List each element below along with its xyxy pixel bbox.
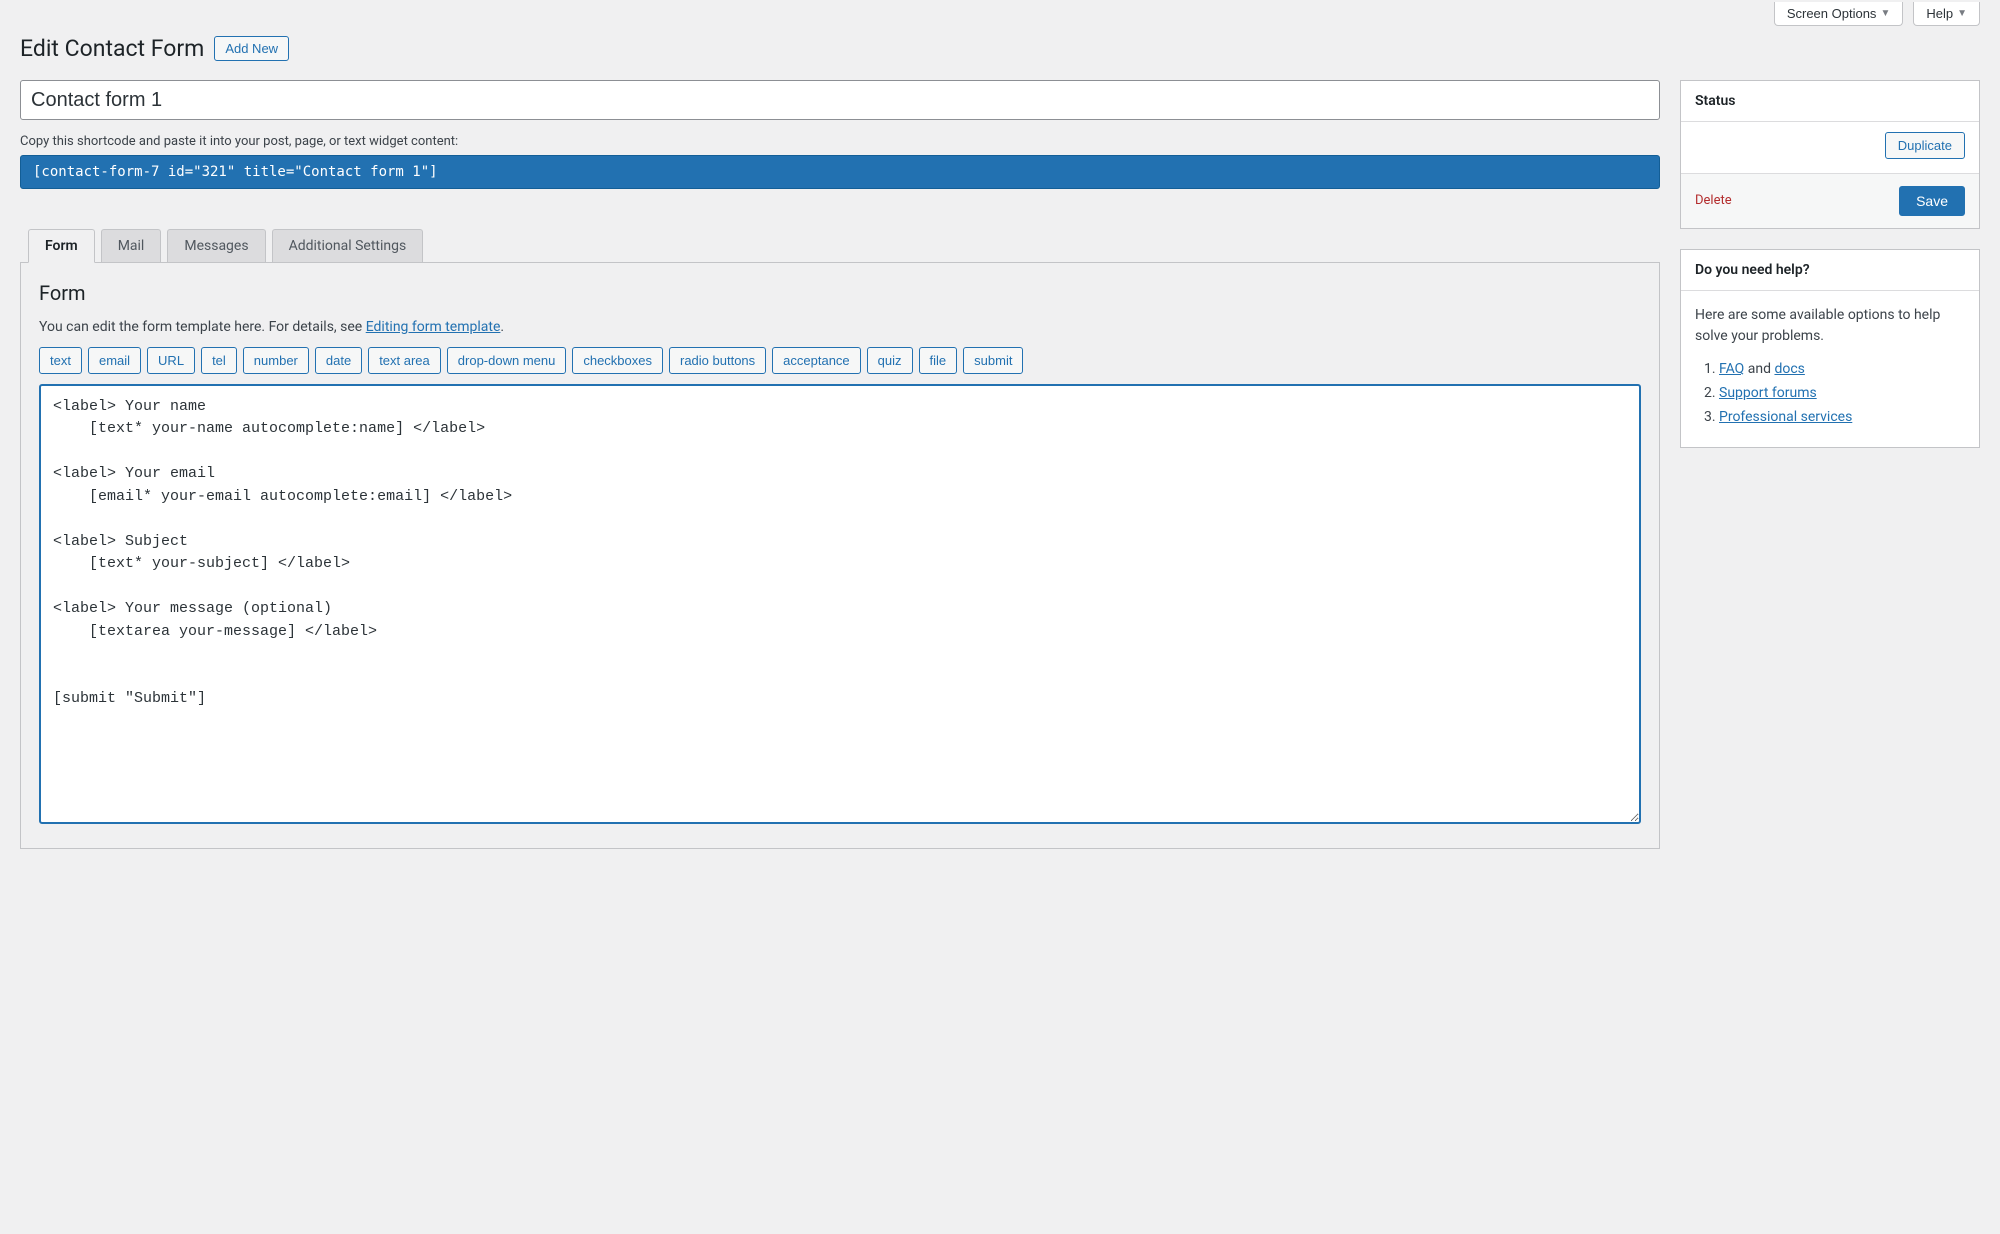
tag-button-quiz[interactable]: quiz [867,347,913,374]
chevron-down-icon: ▼ [1957,8,1967,19]
tag-button-text-area[interactable]: text area [368,347,441,374]
help-item-support: Support forums [1719,385,1965,401]
chevron-down-icon: ▼ [1880,8,1890,19]
tag-button-file[interactable]: file [919,347,958,374]
tag-button-text[interactable]: text [39,347,82,374]
professional-services-link[interactable]: Professional services [1719,409,1852,425]
panel-title: Form [39,281,1641,305]
faq-link[interactable]: FAQ [1719,361,1744,377]
support-forums-link[interactable]: Support forums [1719,385,1817,401]
tag-button-checkboxes[interactable]: checkboxes [572,347,663,374]
tab-messages[interactable]: Messages [167,229,265,262]
form-title-input[interactable] [20,80,1660,120]
status-metabox: Status Duplicate Delete Save [1680,80,1980,229]
help-title: Do you need help? [1695,262,1965,278]
shortcode-display[interactable]: [contact-form-7 id="321" title="Contact … [20,155,1660,189]
help-metabox: Do you need help? Here are some availabl… [1680,249,1980,448]
tag-button-email[interactable]: email [88,347,141,374]
tag-button-date[interactable]: date [315,347,362,374]
tag-button-submit[interactable]: submit [963,347,1023,374]
add-new-button[interactable]: Add New [214,36,289,61]
docs-link[interactable]: docs [1774,361,1804,377]
panel-desc-prefix: You can edit the form template here. For… [39,319,366,335]
shortcode-instruction: Copy this shortcode and paste it into yo… [20,134,1660,149]
panel-desc-suffix: . [500,319,504,335]
help-button[interactable]: Help ▼ [1913,2,1980,26]
tag-button-acceptance[interactable]: acceptance [772,347,861,374]
status-title: Status [1695,93,1965,109]
editing-template-link[interactable]: Editing form template [366,319,501,335]
duplicate-button[interactable]: Duplicate [1885,132,1965,159]
screen-options-button[interactable]: Screen Options ▼ [1774,2,1904,26]
delete-link[interactable]: Delete [1695,193,1732,208]
tag-button-radio-buttons[interactable]: radio buttons [669,347,766,374]
help-intro: Here are some available options to help … [1695,305,1965,347]
tab-mail[interactable]: Mail [101,229,162,262]
help-item-pro: Professional services [1719,409,1965,425]
page-title: Edit Contact Form [20,34,204,64]
tag-button-tel[interactable]: tel [201,347,237,374]
tag-button-drop-down-menu[interactable]: drop-down menu [447,347,567,374]
form-template-textarea[interactable] [39,384,1641,824]
save-button[interactable]: Save [1899,186,1965,216]
help-label: Help [1926,6,1953,21]
tab-form[interactable]: Form [28,229,95,263]
screen-options-label: Screen Options [1787,6,1877,21]
tab-additional-settings[interactable]: Additional Settings [272,229,424,262]
and-text: and [1744,361,1774,377]
panel-description: You can edit the form template here. For… [39,319,1641,335]
tag-button-URL[interactable]: URL [147,347,195,374]
tag-button-number[interactable]: number [243,347,309,374]
tag-generator-toolbar: textemailURLtelnumberdatetext areadrop-d… [39,347,1641,374]
help-item-faq-docs: FAQ and docs [1719,361,1965,377]
